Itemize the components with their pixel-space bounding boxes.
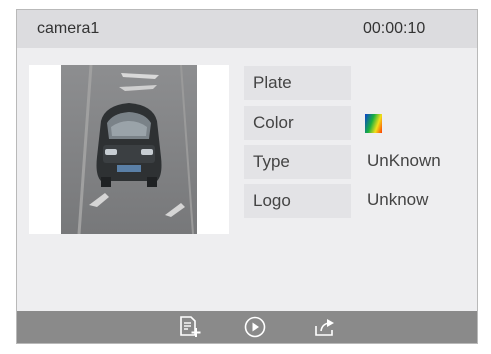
camera-name: camera1 [37,20,100,37]
vehicle-color-swatch [365,114,382,133]
panel-header: camera1 00:00:10 [17,10,477,48]
snapshot-panel: camera1 00:00:10 Plate Color Type UnKnow… [16,9,478,344]
timestamp: 00:00:10 [363,20,426,37]
color-label: Color [244,106,351,140]
plate-label: Plate [244,66,351,100]
type-value: UnKnown [367,151,441,170]
logo-label: Logo [244,184,351,218]
car-image [61,65,197,234]
play-icon[interactable] [243,316,267,338]
vehicle-snapshot-image[interactable] [29,65,229,234]
share-icon[interactable] [313,316,337,338]
action-bar [17,311,477,343]
export-icon[interactable] [178,316,202,338]
logo-value: Unknow [367,190,429,209]
type-label: Type [244,145,351,179]
